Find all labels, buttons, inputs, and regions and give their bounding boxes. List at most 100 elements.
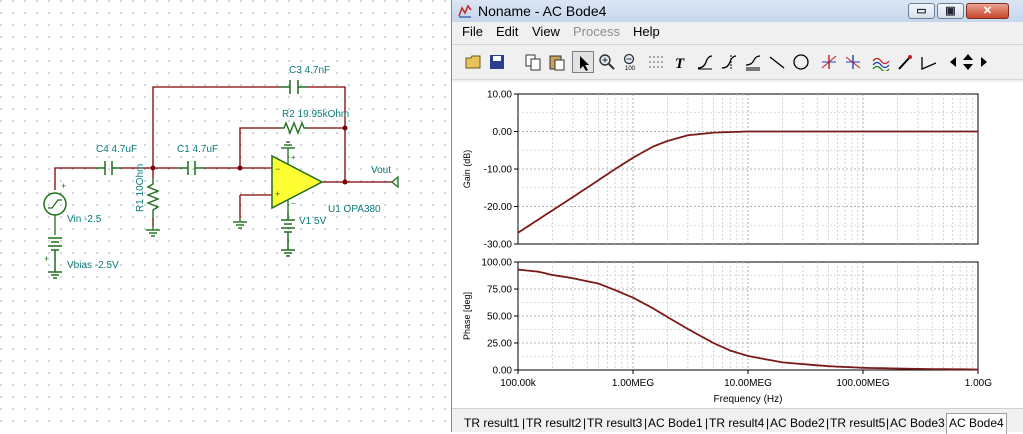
gain-ytick-label: -20.00 xyxy=(484,202,513,213)
title-bar[interactable]: Noname - AC Bode4 ▭ ▣ ✕ xyxy=(452,0,1023,23)
arrow-left-icon xyxy=(950,57,956,67)
schematic-canvas[interactable]: − + + − + + C3 4.7nF R2 19.95kOhm C4 4.7… xyxy=(0,0,450,432)
cursor-a-icon xyxy=(721,55,737,69)
label-vin: Vin -2.5 xyxy=(67,214,102,225)
bode-window[interactable]: Noname - AC Bode4 ▭ ▣ ✕ File Edit View P… xyxy=(451,0,1023,434)
plot-area[interactable]: 10.00 0.00 -10.00 -20.00 -30.00 Gain (dB) 100.… xyxy=(452,82,1023,408)
maximize-icon: ▣ xyxy=(945,5,956,17)
pen-button[interactable] xyxy=(894,51,916,73)
close-icon: ✕ xyxy=(982,5,993,17)
svg-text:T: T xyxy=(675,56,685,71)
phase-xtick-label: 100.00k xyxy=(500,378,537,389)
paste-icon xyxy=(549,55,565,71)
copy-icon xyxy=(525,54,541,71)
grid-icon xyxy=(649,56,663,68)
minimize-icon: ▭ xyxy=(916,5,927,17)
arrow-updown-button[interactable] xyxy=(960,51,976,73)
zoom-in-icon xyxy=(599,54,615,70)
phase-xtick-label: 1.00G xyxy=(965,378,992,389)
step-button[interactable] xyxy=(918,51,940,73)
marker-button[interactable] xyxy=(818,51,840,73)
menu-bar: File Edit View Process Help xyxy=(452,22,1023,42)
curve-icon xyxy=(697,55,713,70)
menu-process[interactable]: Process xyxy=(573,24,620,39)
minimize-button[interactable]: ▭ xyxy=(908,3,935,19)
circle-button[interactable] xyxy=(790,51,812,73)
gain-ytick-label: 10.00 xyxy=(487,90,512,101)
tab-ac-bode3[interactable]: AC Bode3 xyxy=(890,416,945,430)
tab-tr-result2[interactable]: TR result2 xyxy=(526,416,581,430)
save-icon xyxy=(490,55,504,69)
label-r1: R1 10Ohm xyxy=(135,164,146,212)
save-button[interactable] xyxy=(486,51,508,73)
svg-text:+: + xyxy=(291,153,296,162)
phase-ylabel: Phase [deg] xyxy=(462,292,472,340)
marker2-button[interactable] xyxy=(842,51,864,73)
svg-text:+: + xyxy=(275,189,280,199)
phase-ytick-label: 25.00 xyxy=(487,339,512,350)
gain-ylabel: Gain (dB) xyxy=(462,150,472,189)
line-icon xyxy=(769,56,785,69)
open-icon xyxy=(465,55,481,69)
curve-button[interactable] xyxy=(694,51,716,73)
circle-icon xyxy=(793,54,809,70)
close-button[interactable]: ✕ xyxy=(966,3,1009,19)
menu-file[interactable]: File xyxy=(462,24,483,39)
cursor-b-icon xyxy=(745,55,761,71)
tab-ac-bode2[interactable]: AC Bode2 xyxy=(770,416,825,430)
phase-ytick-label: 75.00 xyxy=(487,285,512,296)
tab-tr-result3[interactable]: TR result3 xyxy=(587,416,642,430)
vbias-plus: + xyxy=(44,254,49,264)
menu-view[interactable]: View xyxy=(532,24,560,39)
label-c1: C1 4.7uF xyxy=(177,144,218,155)
phase-xtick-label: 100.00MEG xyxy=(836,378,890,389)
zoom-100-icon: 100 xyxy=(623,53,636,71)
tab-ac-bode4[interactable]: AC Bode4 xyxy=(946,413,1007,434)
svg-text:+: + xyxy=(61,181,66,191)
arrow-updown-icon xyxy=(963,54,973,70)
bode-plot[interactable]: 10.00 0.00 -10.00 -20.00 -30.00 Gain (dB) 100.… xyxy=(452,82,1023,408)
open-button[interactable] xyxy=(462,51,484,73)
app-icon xyxy=(458,4,472,18)
label-u1: U1 OPA380 xyxy=(328,204,381,215)
tab-tr-result1[interactable]: TR result1 xyxy=(464,416,519,430)
label-v1: V1 5V xyxy=(299,216,327,227)
arrow-left-button[interactable] xyxy=(947,51,959,73)
line-button[interactable] xyxy=(766,51,788,73)
cursor-b-button[interactable] xyxy=(742,51,764,73)
gain-ytick-label: -30.00 xyxy=(484,240,513,251)
grid-button[interactable] xyxy=(645,51,667,73)
toolbar: 100 T xyxy=(452,44,1023,80)
arrow-right-icon xyxy=(981,57,987,67)
pointer-button[interactable] xyxy=(572,51,594,73)
maximize-button[interactable]: ▣ xyxy=(937,3,964,19)
step-icon xyxy=(921,57,937,70)
label-vbias: Vbias -2.5V xyxy=(67,260,119,271)
phase-ytick-label: 50.00 xyxy=(487,312,512,323)
phase-ytick-label: 100.00 xyxy=(481,258,512,269)
menu-edit[interactable]: Edit xyxy=(496,24,518,39)
menu-help[interactable]: Help xyxy=(633,24,660,39)
waveform-button[interactable] xyxy=(870,51,892,73)
gain-ytick-label: 0.00 xyxy=(493,127,513,138)
gain-ytick-label: -10.00 xyxy=(484,165,513,176)
cursor-a-button[interactable] xyxy=(718,51,740,73)
phase-xlabel: Frequency (Hz) xyxy=(714,394,783,405)
tab-tr-result5[interactable]: TR result5 xyxy=(830,416,885,430)
zoom-100-button[interactable]: 100 xyxy=(620,51,642,73)
result-tabs: TR result1 | TR result2 | TR result3 | A… xyxy=(452,408,1023,434)
zoom-in-button[interactable] xyxy=(596,51,618,73)
text-button[interactable]: T xyxy=(670,51,692,73)
copy-button[interactable] xyxy=(522,51,544,73)
marker2-icon xyxy=(845,55,861,69)
marker-icon xyxy=(821,55,837,69)
phase-ytick-label: 0.00 xyxy=(493,366,513,377)
label-c4: C4 4.7uF xyxy=(96,144,137,155)
arrow-right-button[interactable] xyxy=(977,51,989,73)
svg-text:−: − xyxy=(291,199,296,208)
label-r2: R2 19.95kOhm xyxy=(282,109,349,120)
tab-tr-result4[interactable]: TR result4 xyxy=(709,416,764,430)
tab-ac-bode1[interactable]: AC Bode1 xyxy=(648,416,703,430)
paste-button[interactable] xyxy=(546,51,568,73)
pointer-icon xyxy=(580,56,589,71)
